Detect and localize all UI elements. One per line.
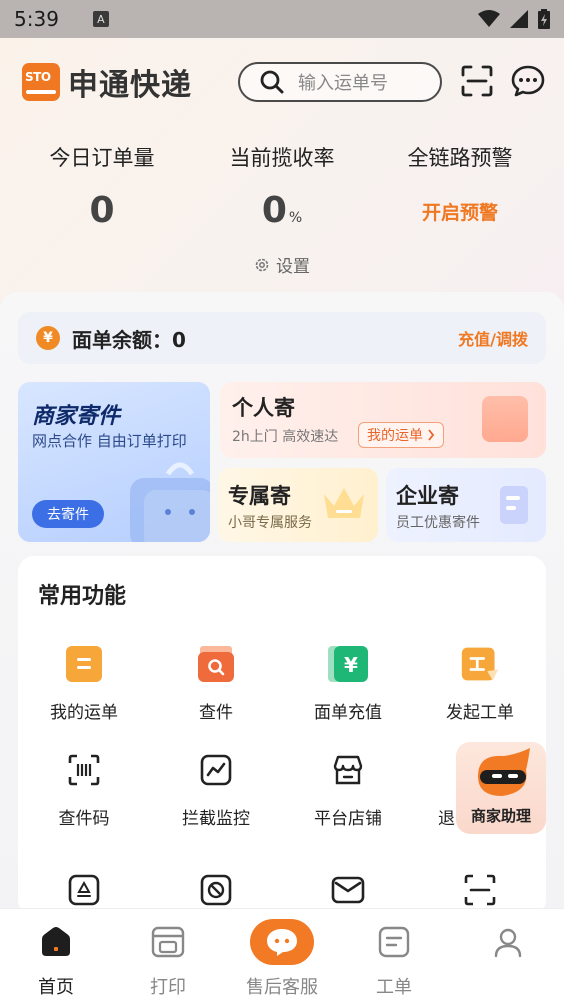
function-platform-store[interactable]: 平台店铺 <box>282 750 414 829</box>
function-create-ticket[interactable]: 发起工单 <box>414 644 546 723</box>
card-title: 专属寄 <box>228 484 291 508</box>
store-icon <box>333 755 363 785</box>
stat-pickup-rate[interactable]: 当前揽收率 0% <box>188 142 376 231</box>
tab-profile[interactable] <box>452 917 564 973</box>
brand-name: 申通快递 <box>68 68 192 103</box>
stat-label: 今日订单量 <box>49 146 155 170</box>
stat-value: 0 <box>89 190 115 231</box>
block-icon <box>200 874 232 906</box>
ticket-list-icon <box>378 926 410 958</box>
recharge-icon: ¥ <box>328 646 368 682</box>
function-track-parcel[interactable]: 查件 <box>150 644 282 723</box>
tab-home[interactable]: 首页 <box>0 917 112 999</box>
coin-icon: ¥ <box>36 326 60 350</box>
card-subtitle: 2h上门 高效速达 <box>232 429 339 445</box>
status-time: 5:39 <box>14 7 59 31</box>
go-ship-button[interactable]: 去寄件 <box>32 500 104 528</box>
recycle-icon <box>68 874 100 906</box>
stats-panel: 今日订单量 0 当前揽收率 0% 全链路预警 开启预警 <box>0 142 564 232</box>
merchant-shipping-card[interactable]: 商家寄件 网点合作 自由订单打印 去寄件 <box>18 382 210 542</box>
app-header: STO 申通快递 输入运单号 <box>22 56 546 108</box>
stat-value: 0% <box>261 190 303 231</box>
parcel-box-icon <box>482 396 528 442</box>
my-waybill-pill[interactable]: 我的运单 <box>358 422 444 448</box>
card-title: 商家寄件 <box>32 404 121 429</box>
battery-icon <box>538 9 550 29</box>
card-title: 企业寄 <box>396 484 459 508</box>
assistant-mascot-icon <box>478 748 530 796</box>
card-subtitle: 小哥专属服务 <box>228 515 312 531</box>
user-icon <box>494 928 522 958</box>
function-parcel-code[interactable]: 查件码 <box>18 750 150 829</box>
stat-label: 全链路预警 <box>407 146 513 170</box>
settings-link[interactable]: 设置 <box>0 252 564 277</box>
balance-label: 面单余额：0 <box>72 327 186 352</box>
section-title: 常用功能 <box>38 584 127 609</box>
function-my-waybill[interactable]: 我的运单 <box>18 644 150 723</box>
sto-logo-icon: STO <box>22 63 60 101</box>
notification-app-icon: A <box>92 11 109 27</box>
card-title: 个人寄 <box>232 396 295 420</box>
tab-print[interactable]: 打印 <box>112 917 224 999</box>
stat-chain-warning: 全链路预警 开启预警 <box>366 142 554 225</box>
enable-warning-link[interactable]: 开启预警 <box>366 198 554 225</box>
scan-code-icon <box>68 754 100 786</box>
crown-icon <box>324 488 364 518</box>
function-scan[interactable] <box>414 870 546 910</box>
waybill-search-input[interactable]: 输入运单号 <box>238 62 442 102</box>
wifi-icon <box>478 10 500 27</box>
function-recycle[interactable] <box>18 870 150 910</box>
stat-today-orders[interactable]: 今日订单量 0 <box>8 142 196 231</box>
search-placeholder: 输入运单号 <box>298 73 388 94</box>
scan-icon[interactable] <box>460 64 494 98</box>
function-mail[interactable] <box>282 870 414 910</box>
personal-shipping-card[interactable]: 个人寄 2h上门 高效速达 我的运单 <box>220 382 546 458</box>
tab-tickets[interactable]: 工单 <box>338 917 450 999</box>
enterprise-shipping-card[interactable]: 企业寄 员工优惠寄件 <box>386 468 546 542</box>
common-functions-card: 常用功能 我的运单 查件 ¥ 面单充值 发起工单 查件码 拦截监控 平台店铺 退 <box>18 556 546 916</box>
tab-after-sales[interactable]: 售后客服 <box>226 917 338 999</box>
home-icon <box>42 927 70 956</box>
function-intercept-monitor[interactable]: 拦截监控 <box>150 750 282 829</box>
stat-label: 当前揽收率 <box>229 146 335 170</box>
exclusive-shipping-card[interactable]: 专属寄 小哥专属服务 <box>218 468 378 542</box>
mail-icon <box>331 876 365 904</box>
search-parcel-icon <box>198 646 234 682</box>
function-recharge[interactable]: ¥ 面单充值 <box>282 644 414 723</box>
svg-text:¥: ¥ <box>344 653 358 677</box>
waybill-icon <box>66 646 102 682</box>
chat-bubble-icon <box>267 929 297 956</box>
print-icon <box>151 926 185 958</box>
function-block[interactable] <box>150 870 282 910</box>
shopping-bag-icon <box>130 462 210 542</box>
brand-logo: STO 申通快递 <box>22 60 192 104</box>
scan-icon <box>464 874 496 906</box>
monitor-icon <box>200 754 232 786</box>
merchant-assistant-button[interactable]: 商家助理 <box>456 742 546 834</box>
card-subtitle: 网点合作 自由订单打印 <box>32 432 187 450</box>
status-bar: 5:39 A <box>0 0 564 38</box>
recharge-transfer-link[interactable]: 充值/调拨 <box>458 326 528 350</box>
ticket-icon <box>461 647 499 681</box>
gear-icon <box>255 258 269 271</box>
search-icon <box>260 70 284 94</box>
card-subtitle: 员工优惠寄件 <box>396 515 480 531</box>
bottom-tab-bar: 首页 打印 售后客服 工单 <box>0 908 564 1004</box>
waybill-balance-bar: ¥ 面单余额：0 充值/调拨 <box>18 312 546 364</box>
chevron-right-icon <box>428 429 435 441</box>
message-icon[interactable] <box>510 64 546 98</box>
signal-icon <box>510 10 528 28</box>
document-icon <box>500 486 528 524</box>
